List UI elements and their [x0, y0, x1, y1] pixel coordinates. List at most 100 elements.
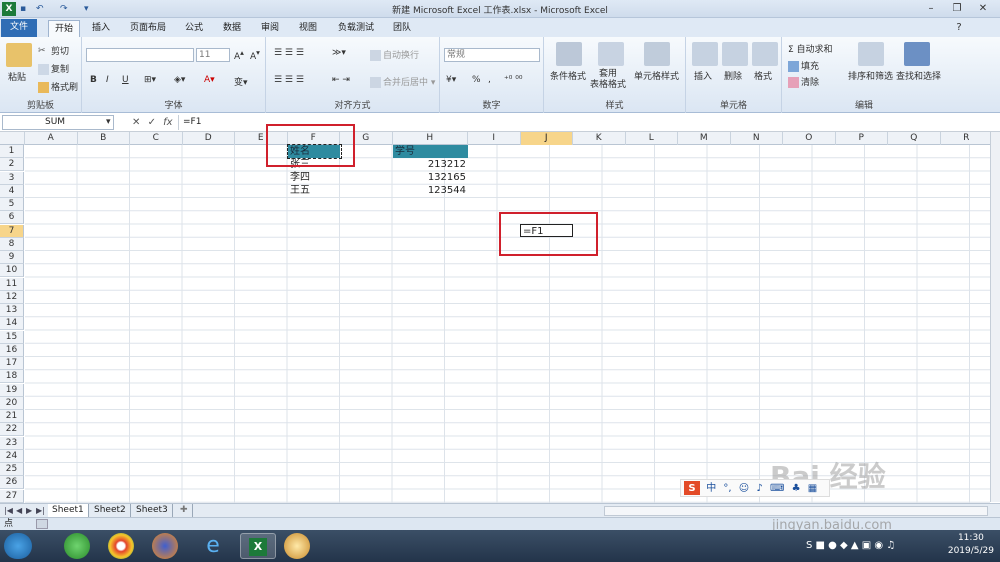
- cell-H3[interactable]: 132165: [393, 171, 468, 184]
- underline-button[interactable]: U: [122, 75, 129, 85]
- percent-button[interactable]: %: [472, 75, 481, 85]
- column-header-a[interactable]: A: [25, 132, 78, 145]
- column-header-p[interactable]: P: [836, 132, 888, 145]
- tools-icon[interactable]: ▦: [808, 483, 817, 494]
- tray-icons[interactable]: S ■ ● ◆ ▲ ▣ ◉ ♫: [806, 540, 895, 551]
- row-header-22[interactable]: 22: [0, 423, 24, 437]
- cell-F4[interactable]: 王五: [288, 184, 340, 197]
- row-header-20[interactable]: 20: [0, 396, 24, 410]
- row-header-7[interactable]: 7: [0, 224, 24, 238]
- format-cells-icon[interactable]: [752, 42, 778, 66]
- cancel-icon[interactable]: ✕: [132, 117, 140, 128]
- currency-icon[interactable]: ¥▾: [446, 75, 456, 85]
- sort-filter-icon[interactable]: [858, 42, 884, 66]
- comma-button[interactable]: ,: [488, 75, 491, 85]
- row-header-16[interactable]: 16: [0, 343, 24, 357]
- find-select-button[interactable]: 查找和选择: [896, 69, 941, 82]
- first-sheet-icon[interactable]: |◀: [4, 504, 13, 517]
- cell-style-icon[interactable]: [644, 42, 670, 66]
- row-header-4[interactable]: 4: [0, 184, 24, 198]
- sheet-tab-1[interactable]: Sheet1: [48, 504, 89, 517]
- conditional-format-icon[interactable]: [556, 42, 582, 66]
- row-header-19[interactable]: 19: [0, 383, 24, 397]
- cell-grid[interactable]: 姓名 学号 张三 李四 王五 213212 132165 123544 =F1: [25, 144, 990, 503]
- column-header-m[interactable]: M: [678, 132, 731, 145]
- column-header-b[interactable]: B: [78, 132, 130, 145]
- tab-team[interactable]: 团队: [388, 20, 416, 37]
- row-header-15[interactable]: 15: [0, 330, 24, 344]
- indent-icon[interactable]: ⇤ ⇥: [332, 75, 350, 85]
- format-painter-button[interactable]: 格式刷: [38, 80, 78, 93]
- ime-toolbar[interactable]: S 中 °, ☺ ♪ ⌨ ♣ ▦: [680, 479, 830, 497]
- conditional-format-button[interactable]: 条件格式: [550, 69, 586, 82]
- help-icon[interactable]: ?: [948, 20, 970, 35]
- row-header-23[interactable]: 23: [0, 436, 24, 450]
- mic-icon[interactable]: ♪: [756, 483, 762, 494]
- fill-color-icon[interactable]: ◈▾: [174, 75, 185, 85]
- close-icon[interactable]: ✕: [972, 1, 994, 16]
- row-header-24[interactable]: 24: [0, 449, 24, 463]
- column-header-h[interactable]: H: [393, 132, 468, 145]
- align-top-icon[interactable]: ☰ ☰ ☰: [274, 48, 304, 58]
- delete-cells-icon[interactable]: [722, 42, 748, 66]
- row-header-6[interactable]: 6: [0, 211, 24, 225]
- tab-load-test[interactable]: 负载测试: [332, 20, 380, 37]
- row-header-25[interactable]: 25: [0, 463, 24, 476]
- skin-icon[interactable]: ♣: [792, 483, 801, 494]
- row-header-13[interactable]: 13: [0, 304, 24, 317]
- excel-taskbar-icon[interactable]: X: [240, 533, 276, 559]
- ie-icon[interactable]: e: [198, 533, 228, 559]
- tab-formulas[interactable]: 公式: [180, 20, 208, 37]
- cut-button[interactable]: ✂ 剪切: [38, 44, 69, 57]
- font-color-icon[interactable]: A▾: [204, 75, 215, 85]
- row-header-3[interactable]: 3: [0, 171, 24, 185]
- row-header-1[interactable]: 1: [0, 145, 24, 158]
- grow-font-icon[interactable]: A▴: [234, 48, 244, 62]
- shrink-font-icon[interactable]: A▾: [250, 48, 260, 62]
- minimize-icon[interactable]: –: [920, 1, 942, 16]
- row-header-9[interactable]: 9: [0, 251, 24, 264]
- row-header-27[interactable]: 27: [0, 489, 24, 503]
- row-header-2[interactable]: 2: [0, 158, 24, 172]
- phonetic-icon[interactable]: 变▾: [234, 75, 248, 88]
- sheet-tab-3[interactable]: Sheet3: [132, 504, 173, 517]
- row-header-12[interactable]: 12: [0, 290, 24, 304]
- column-header-r[interactable]: R: [941, 132, 993, 145]
- copy-button[interactable]: 复制: [38, 62, 69, 75]
- select-all-corner[interactable]: [0, 132, 25, 145]
- autosum-button[interactable]: Σ 自动求和: [788, 42, 833, 55]
- paint-icon[interactable]: [284, 533, 310, 559]
- punctuation-icon[interactable]: °,: [723, 483, 731, 494]
- italic-button[interactable]: I: [106, 75, 109, 85]
- clear-button[interactable]: 清除: [788, 75, 819, 88]
- insert-sheet-icon[interactable]: ✚: [176, 504, 193, 517]
- emoji-icon[interactable]: ☺: [739, 483, 749, 494]
- format-cells-button[interactable]: 格式: [754, 69, 772, 82]
- row-header-26[interactable]: 26: [0, 476, 24, 490]
- tab-view[interactable]: 视图: [294, 20, 322, 37]
- delete-cells-button[interactable]: 删除: [724, 69, 742, 82]
- cell-F3[interactable]: 李四: [288, 171, 340, 184]
- restore-icon[interactable]: ❐: [946, 1, 968, 16]
- sort-filter-button[interactable]: 排序和筛选: [848, 69, 893, 82]
- column-header-d[interactable]: D: [183, 132, 235, 145]
- cell-H4[interactable]: 123544: [393, 184, 468, 197]
- paste-icon[interactable]: [6, 43, 32, 67]
- column-header-q[interactable]: Q: [888, 132, 941, 145]
- font-size-combo[interactable]: 11: [196, 48, 230, 62]
- tab-file[interactable]: 文件: [1, 19, 37, 37]
- paste-button[interactable]: 粘贴: [8, 70, 26, 83]
- cell-H2[interactable]: 213212: [393, 158, 468, 171]
- tab-page-layout[interactable]: 页面布局: [124, 20, 172, 37]
- font-name-combo[interactable]: [86, 48, 194, 62]
- number-format-combo[interactable]: 常规: [444, 48, 540, 62]
- horizontal-scrollbar[interactable]: [604, 506, 988, 516]
- merge-center-button[interactable]: 合并后居中 ▾: [370, 75, 435, 88]
- last-sheet-icon[interactable]: ▶|: [36, 504, 45, 517]
- column-header-k[interactable]: K: [573, 132, 626, 145]
- chrome-icon[interactable]: [108, 533, 134, 559]
- border-icon[interactable]: ⊞▾: [144, 75, 156, 85]
- row-header-8[interactable]: 8: [0, 237, 24, 251]
- row-header-11[interactable]: 11: [0, 277, 24, 291]
- table-format-button[interactable]: 套用 表格格式: [590, 69, 626, 91]
